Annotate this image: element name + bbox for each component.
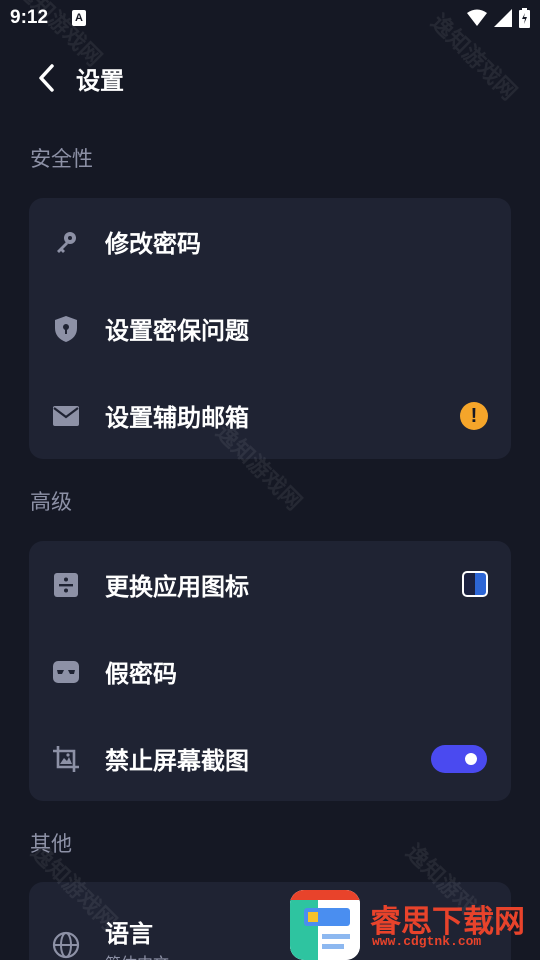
watermark-logo-url: www.cdgtnk.com (372, 934, 482, 949)
settings-item-label: 更换应用图标 (105, 573, 249, 601)
settings-item-backup-email[interactable]: 设置辅助邮箱 ! (29, 372, 511, 458)
section-title-advanced: 高级 (30, 490, 72, 514)
key-icon (51, 227, 81, 257)
screenshot-toggle[interactable] (431, 745, 487, 773)
screenshot-icon (51, 744, 81, 774)
status-icons (467, 8, 530, 28)
settings-item-change-password[interactable]: 修改密码 (29, 198, 511, 284)
chevron-left-icon (39, 64, 54, 92)
warning-badge: ! (460, 402, 488, 430)
section-title-security: 安全性 (30, 147, 93, 171)
watermark-logo: 睿思下载网 www.cdgtnk.com (290, 882, 540, 960)
wifi-icon (467, 9, 487, 26)
settings-item-security-question[interactable]: 设置密保问题 (29, 285, 511, 371)
watermark-logo-icon (290, 890, 360, 960)
battery-icon (519, 8, 530, 28)
settings-item-block-screenshot[interactable]: 禁止屏幕截图 (29, 715, 511, 801)
back-button[interactable] (28, 58, 64, 98)
mail-icon (51, 401, 81, 431)
security-card: 修改密码 设置密保问题 设置辅助邮箱 ! (29, 198, 511, 459)
mask-icon (51, 657, 81, 687)
app-icon-preview (462, 571, 488, 597)
signal-icon (494, 9, 512, 27)
advanced-card: 更换应用图标 假密码 禁止屏幕截图 (29, 541, 511, 801)
settings-item-change-app-icon[interactable]: 更换应用图标 (29, 541, 511, 627)
settings-item-label: 修改密码 (105, 230, 201, 258)
settings-item-label: 设置密保问题 (105, 317, 249, 345)
settings-item-fake-password[interactable]: 假密码 (29, 628, 511, 714)
divide-icon (51, 570, 81, 600)
settings-item-label: 假密码 (105, 660, 177, 688)
shield-icon (51, 314, 81, 344)
settings-item-label: 禁止屏幕截图 (105, 747, 249, 775)
settings-item-value: 简体中文 (105, 950, 169, 960)
globe-icon (51, 930, 81, 960)
toggle-knob (465, 753, 477, 765)
